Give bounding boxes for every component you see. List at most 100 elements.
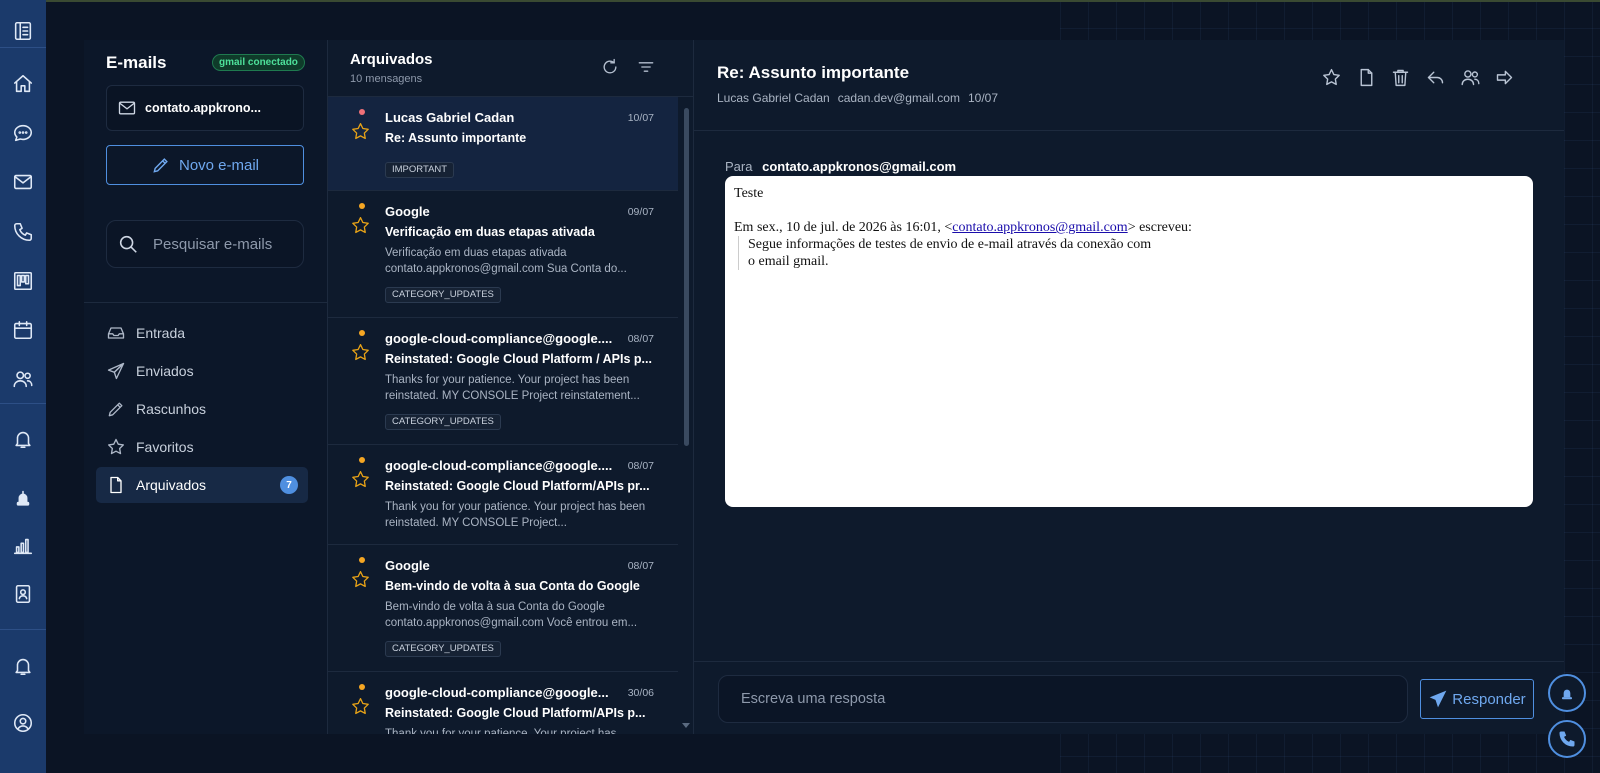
- inbox-icon: [107, 327, 125, 339]
- contacts-icon[interactable]: [11, 367, 35, 391]
- filter-icon[interactable]: [636, 57, 658, 79]
- star-icon[interactable]: [350, 569, 372, 591]
- reply-bar: Responder: [694, 661, 1564, 734]
- message-date: 09/07: [627, 206, 654, 218]
- to-label: Para: [725, 159, 753, 174]
- unread-dot: [359, 330, 365, 336]
- folder-drafts[interactable]: Rascunhos: [96, 391, 308, 427]
- unread-dot: [359, 684, 365, 690]
- message-preview: Thanks for your patience. Your project h…: [385, 374, 640, 402]
- folder-label: Arquivados: [136, 477, 207, 493]
- star-icon[interactable]: [350, 121, 372, 143]
- profile-icon[interactable]: [11, 711, 35, 735]
- folder-label: Favoritos: [136, 439, 194, 455]
- message-preview: Thank you for your patience. Your projec…: [385, 728, 617, 734]
- phone-icon[interactable]: [11, 220, 35, 244]
- home-icon[interactable]: [11, 72, 35, 96]
- reply-icon[interactable]: [1423, 65, 1447, 89]
- id-card-icon[interactable]: [11, 582, 35, 606]
- account-selector[interactable]: contato.appkrono...: [106, 85, 304, 131]
- folder-archived[interactable]: Arquivados 7: [96, 467, 308, 503]
- list-scrollbar[interactable]: [684, 108, 689, 446]
- chart-icon[interactable]: [11, 534, 35, 558]
- kanban-icon[interactable]: [11, 269, 35, 293]
- quote-email-link[interactable]: contato.appkronos@gmail.com: [952, 220, 1127, 235]
- star-icon[interactable]: [350, 215, 372, 237]
- reading-pane: Re: Assunto importante Lucas Gabriel Cad…: [694, 40, 1564, 734]
- refresh-icon[interactable]: [600, 57, 622, 79]
- trash-icon[interactable]: [1388, 65, 1412, 89]
- new-email-button[interactable]: Novo e-mail: [106, 145, 304, 185]
- unread-dot: [359, 457, 365, 463]
- message-sender: Google: [385, 558, 430, 573]
- reply-button-label: Responder: [1452, 690, 1526, 708]
- file-icon: [110, 476, 122, 494]
- star-icon[interactable]: [1319, 65, 1343, 89]
- message-sender: google-cloud-compliance@google....: [385, 458, 613, 473]
- notifications-icon[interactable]: [11, 654, 35, 678]
- message-header: Re: Assunto importante Lucas Gabriel Cad…: [694, 40, 1564, 131]
- email-search: [106, 220, 304, 268]
- app-rail: [0, 0, 46, 773]
- message-sender: google-cloud-compliance@google...: [385, 685, 609, 700]
- body-text: Teste: [734, 186, 764, 201]
- call-fab[interactable]: [1548, 720, 1586, 758]
- message-subject: Re: Assunto importante: [717, 63, 910, 82]
- reply-all-icon[interactable]: [1458, 65, 1482, 89]
- message-preview: Verificação em duas etapas ativada conta…: [385, 247, 627, 275]
- connection-status-badge: gmail conectado: [212, 54, 305, 71]
- quoted-text: Segue informações de testes de envio de …: [738, 236, 1524, 270]
- sender-email: cadan.dev@gmail.com: [837, 91, 960, 105]
- message-subject: Reinstated: Google Cloud Platform/APIs p…: [385, 706, 646, 720]
- message-date: 08/07: [627, 460, 654, 472]
- folder-inbox[interactable]: Entrada: [96, 315, 308, 351]
- menu-toggle-icon[interactable]: [11, 19, 35, 43]
- message-date: 08/07: [627, 560, 654, 572]
- scroll-down-arrow[interactable]: [682, 723, 690, 728]
- unread-dot: [359, 203, 365, 209]
- star-icon[interactable]: [350, 342, 372, 364]
- message-label-tag: CATEGORY_UPDATES: [385, 414, 501, 430]
- mail-icon[interactable]: [11, 170, 35, 194]
- message-subject: Verificação em duas etapas ativada: [385, 225, 595, 239]
- recipient-address: contato.appkronos@gmail.com: [762, 159, 957, 174]
- alert-icon[interactable]: [11, 486, 35, 510]
- alert-fab[interactable]: [1548, 674, 1586, 712]
- envelope-icon: [118, 101, 136, 115]
- account-email: contato.appkrono...: [145, 101, 261, 115]
- message-item[interactable]: google-cloud-compliance@google.... 08/07 R…: [328, 445, 678, 545]
- sidebar-title: E-mails: [106, 53, 167, 72]
- calendar-icon[interactable]: [11, 318, 35, 342]
- search-input[interactable]: [153, 235, 273, 253]
- quote-intro: Em sex., 10 de jul. de 2026 às 16:01, <c…: [734, 220, 1192, 235]
- message-sender: Google: [385, 204, 430, 219]
- list-header: Arquivados 10 mensagens: [328, 40, 693, 97]
- bell-icon[interactable]: [11, 427, 35, 451]
- rail-divider: [0, 47, 46, 48]
- folder-favorites[interactable]: Favoritos: [96, 429, 308, 465]
- message-item[interactable]: google-cloud-compliance@google... 30/06 Re…: [328, 672, 678, 734]
- file-icon[interactable]: [1354, 65, 1378, 89]
- message-subject: Bem-vindo de volta à sua Conta do Google: [385, 579, 640, 593]
- message-item[interactable]: google-cloud-compliance@google.... 08/07 R…: [328, 318, 678, 445]
- message-item[interactable]: Google 09/07 Verificação em duas etapas at…: [328, 191, 678, 318]
- star-icon: [108, 438, 125, 455]
- message-item[interactable]: Lucas Gabriel Cadan 10/07 Re: Assunto impo…: [328, 97, 678, 191]
- star-icon[interactable]: [350, 469, 372, 491]
- folder-label: Rascunhos: [136, 401, 207, 417]
- send-icon: [107, 362, 125, 380]
- folder-sent[interactable]: Enviados: [96, 353, 308, 389]
- reply-button[interactable]: Responder: [1420, 679, 1534, 719]
- star-icon[interactable]: [350, 696, 372, 718]
- recipient-row: Para contato.appkronos@gmail.com: [725, 159, 956, 174]
- message-sender: google-cloud-compliance@google....: [385, 331, 613, 346]
- chat-icon[interactable]: [11, 121, 35, 145]
- message-count: 10 mensagens: [350, 73, 423, 85]
- phone-icon: [1559, 731, 1575, 747]
- reply-input[interactable]: [718, 675, 1408, 723]
- forward-icon[interactable]: [1492, 65, 1516, 89]
- folder-title: Arquivados: [350, 51, 433, 68]
- send-icon: [1429, 690, 1447, 708]
- message-date: 30/06: [627, 687, 654, 699]
- message-item[interactable]: Google 08/07 Bem-vindo de volta à sua Cont…: [328, 545, 678, 672]
